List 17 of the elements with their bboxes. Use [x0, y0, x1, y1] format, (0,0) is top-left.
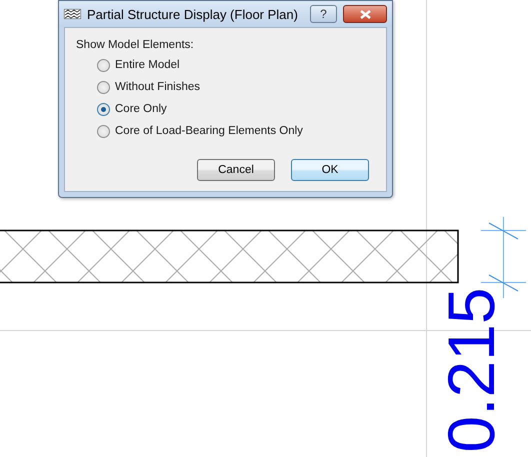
radio-button[interactable]	[97, 102, 110, 116]
help-button[interactable]: ?	[310, 5, 337, 23]
close-button[interactable]	[343, 5, 387, 23]
dialog-button[interactable]: Cancel	[197, 159, 275, 181]
option-label[interactable]: Core of Load-Bearing Elements Only	[115, 125, 303, 137]
radio-button[interactable]	[97, 124, 110, 138]
option-label[interactable]: Core Only	[115, 103, 167, 115]
radio-button[interactable]	[97, 58, 110, 72]
default-button[interactable]: OK	[291, 159, 369, 181]
radio-button[interactable]	[97, 80, 110, 94]
close-icon	[360, 10, 370, 18]
wall-icon	[64, 9, 81, 19]
option-label[interactable]: Entire Model	[115, 59, 180, 71]
option-label[interactable]: Without Finishes	[115, 81, 200, 93]
window-title: Partial Structure Display (Floor Plan)	[87, 6, 299, 22]
dimension-text: 0.215	[439, 286, 503, 455]
group-label: Show Model Elements:	[76, 39, 195, 51]
